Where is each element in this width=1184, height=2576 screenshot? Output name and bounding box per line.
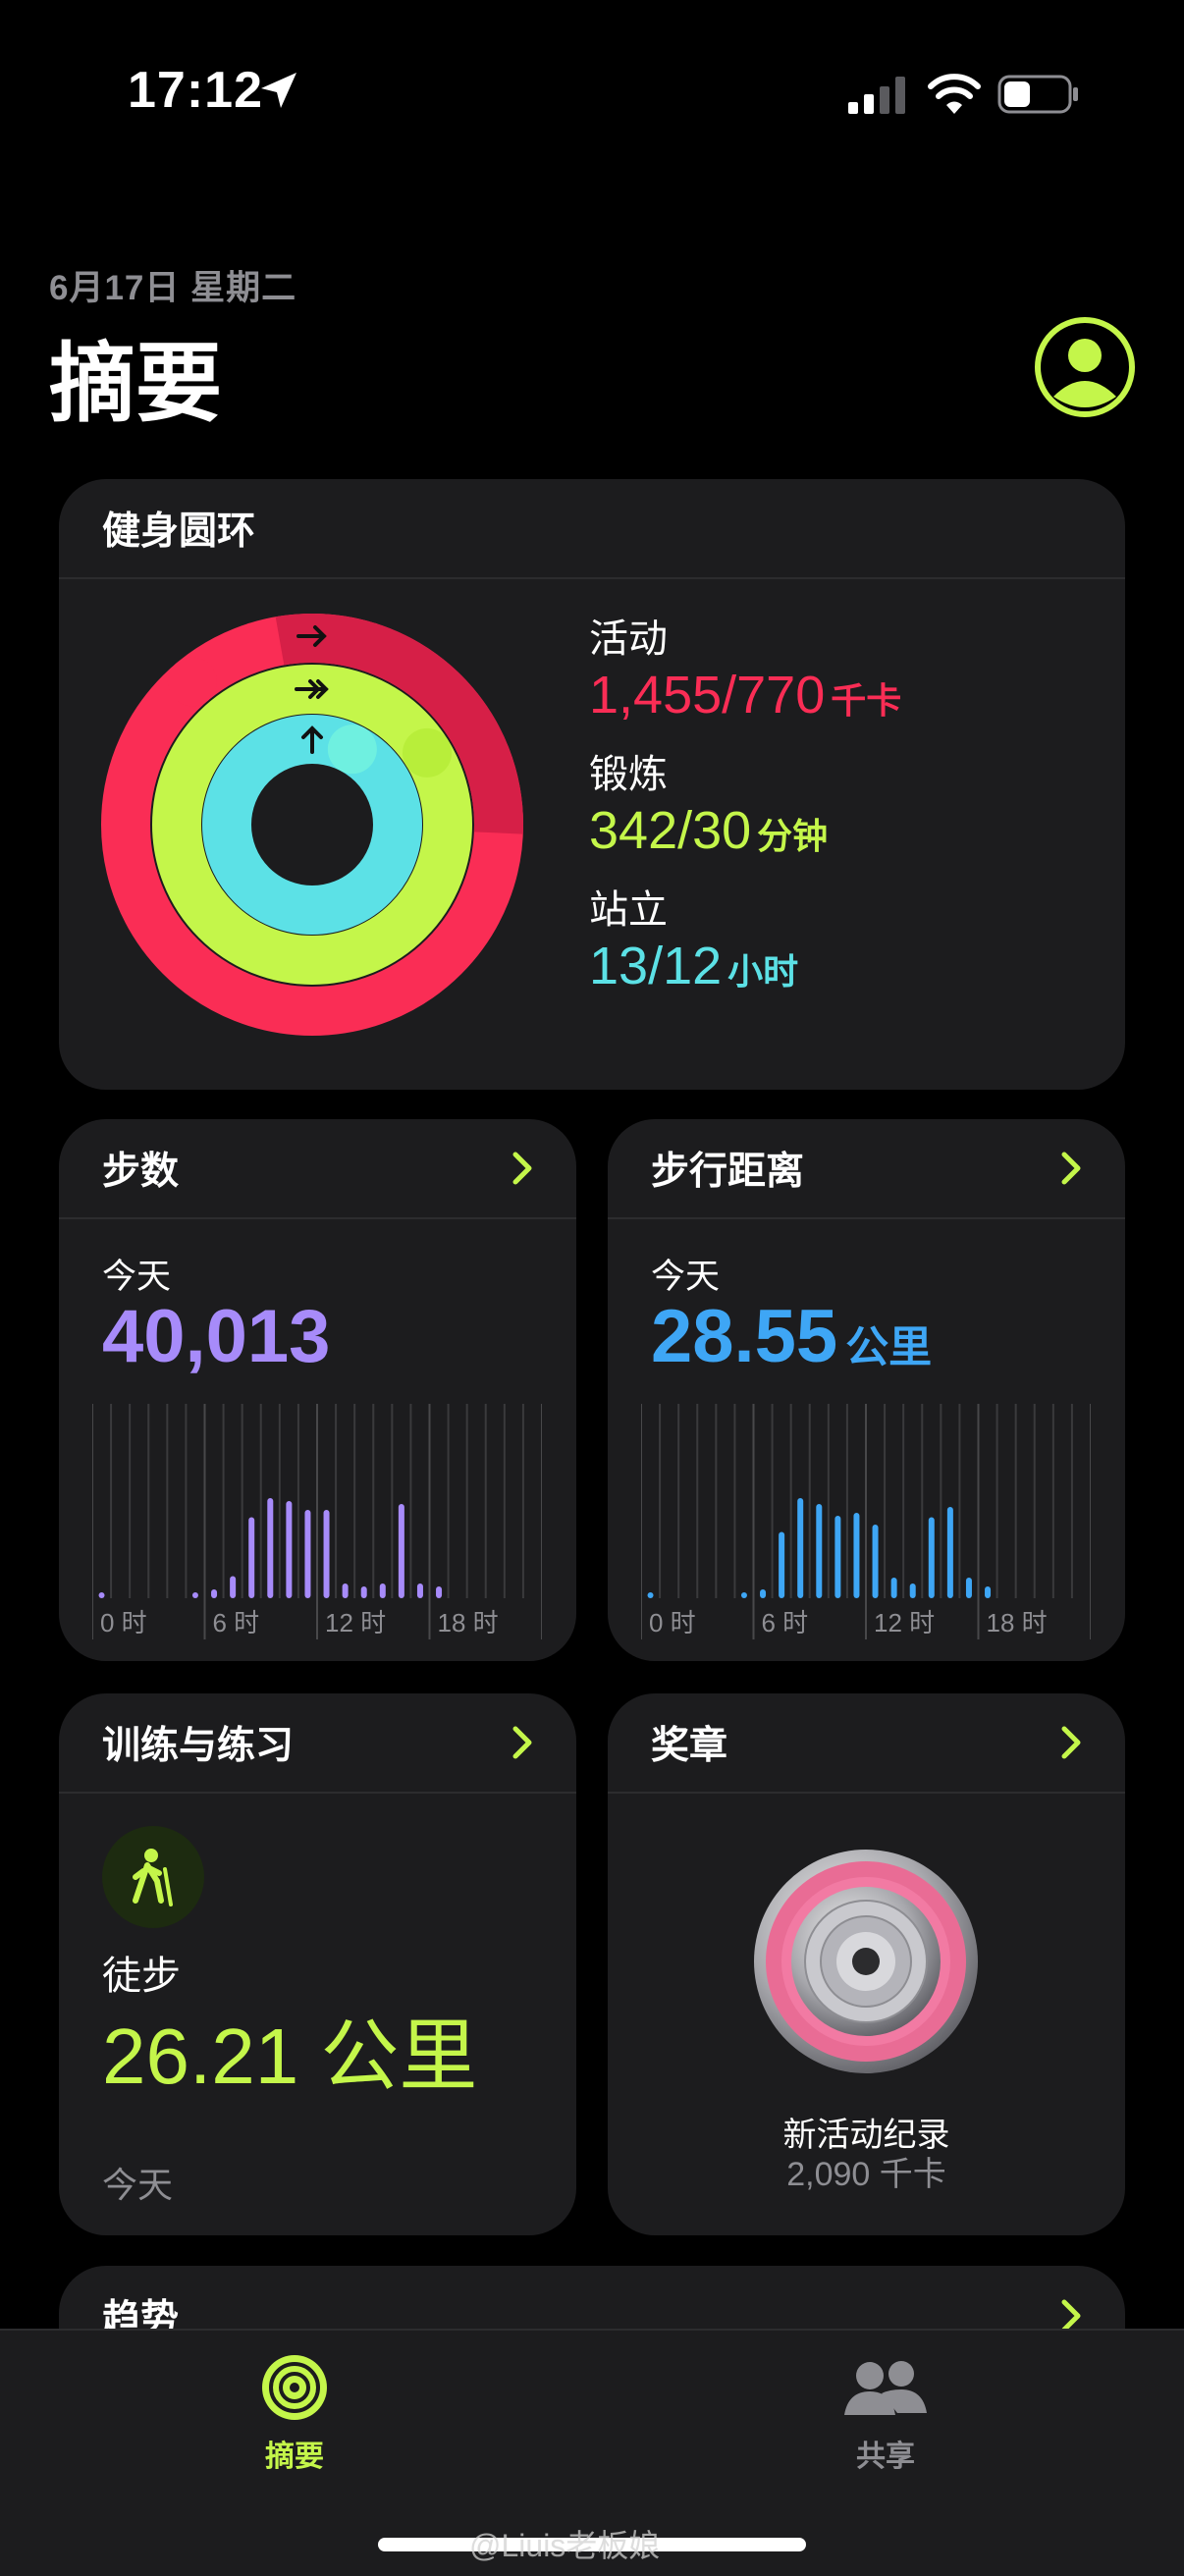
distance-bar-7 xyxy=(779,1531,785,1598)
distance-bar-15 xyxy=(928,1517,935,1598)
profile-avatar-icon[interactable] xyxy=(1034,316,1136,418)
activity-rings-card[interactable]: 健身圆环 活动 1,455/770 千卡 锻炼 342/30 分钟 站立 13/12… xyxy=(59,479,1125,1090)
steps-card-title: 步数 xyxy=(102,1151,180,1193)
distance-bar-0 xyxy=(647,1592,654,1598)
ring-stats: 活动 1,455/770 千卡 锻炼 342/30 分钟 站立 13/12 小时 xyxy=(589,615,901,1021)
hiking-icon xyxy=(133,1849,173,1906)
steps-tick-label: 18 时 xyxy=(438,1608,499,1637)
award-value: 2,090 千卡 xyxy=(786,2156,946,2193)
steps-bar-11 xyxy=(304,1510,311,1598)
steps-card[interactable]: 步数 今天 40,013 0 时 6 时 12 时 18 时 xyxy=(59,1119,576,1661)
rings-card-header: 健身圆环 xyxy=(59,479,1125,579)
move-label: 活动 xyxy=(589,617,668,661)
workout-date: 今天 xyxy=(102,2165,174,2205)
steps-bar-9 xyxy=(267,1498,274,1598)
steps-bar-6 xyxy=(211,1589,218,1598)
hiking-icon-badge xyxy=(102,1826,204,1928)
distance-bar-13 xyxy=(890,1578,897,1598)
distance-bar-5 xyxy=(740,1592,747,1598)
awards-card[interactable]: 奖章 新活动纪录 2,090 千卡 xyxy=(608,1693,1125,2235)
exercise-label: 锻炼 xyxy=(589,753,668,796)
distance-tick-label: 6 时 xyxy=(762,1608,809,1637)
distance-bar-11 xyxy=(853,1513,860,1598)
distance-bar-18 xyxy=(985,1586,992,1598)
steps-bar-5 xyxy=(191,1592,198,1598)
watermark-text: @Liuis老板娘 xyxy=(469,2528,661,2563)
steps-hourly-chart: 0 时 6 时 12 时 18 时 xyxy=(92,1404,542,1639)
steps-value: 40,013 xyxy=(102,1295,331,1378)
steps-bar-17 xyxy=(416,1583,423,1598)
distance-card-title: 步行距离 xyxy=(651,1151,805,1193)
activity-rings-chart xyxy=(101,614,523,1036)
steps-bar-13 xyxy=(342,1583,349,1598)
steps-bar-18 xyxy=(436,1586,443,1598)
steps-card-header: 步数 xyxy=(59,1119,576,1219)
stand-label: 站立 xyxy=(589,888,668,932)
steps-bar-0 xyxy=(98,1592,105,1598)
distance-hourly-chart: 0 时 6 时 12 时 18 时 xyxy=(641,1404,1091,1639)
distance-bar-16 xyxy=(946,1507,953,1598)
distance-tick-label: 0 时 xyxy=(649,1608,696,1637)
exercise-value: 342/30 分钟 xyxy=(589,801,829,860)
distance-bar-17 xyxy=(965,1578,972,1598)
tab-summary[interactable]: 摘要 xyxy=(147,2352,442,2475)
medal-icon xyxy=(754,1850,978,2073)
distance-bar-8 xyxy=(797,1498,804,1598)
tab-summary-label: 摘要 xyxy=(265,2441,324,2473)
distance-tick-label: 18 时 xyxy=(987,1608,1048,1637)
location-arrow-icon xyxy=(261,73,296,108)
distance-card[interactable]: 步行距离 今天 28.55 公里 0 时 6 时 12 时 18 时 xyxy=(608,1119,1125,1661)
distance-bar-14 xyxy=(909,1583,916,1598)
distance-tick-label: 12 时 xyxy=(874,1608,935,1637)
page-title: 摘要 xyxy=(49,335,223,432)
people-icon xyxy=(844,2361,927,2415)
wifi-icon xyxy=(928,74,981,114)
chevron-right-icon xyxy=(512,1152,532,1185)
distance-bar-10 xyxy=(834,1516,841,1598)
chevron-right-icon xyxy=(512,1726,532,1759)
steps-bar-15 xyxy=(379,1583,386,1598)
date-label: 6月17日 星期二 xyxy=(49,269,297,307)
cellular-signal-icon xyxy=(848,77,905,114)
workouts-card-header: 训练与练习 xyxy=(59,1693,576,1794)
tab-sharing[interactable]: 共享 xyxy=(738,2352,1033,2475)
rings-card-title: 健身圆环 xyxy=(102,510,256,553)
steps-bar-7 xyxy=(230,1576,237,1598)
move-value: 1,455/770 千卡 xyxy=(589,666,902,724)
distance-value: 28.55 公里 xyxy=(651,1295,933,1378)
steps-bar-10 xyxy=(286,1501,293,1598)
distance-bar-12 xyxy=(872,1525,879,1598)
steps-today-label: 今天 xyxy=(102,1258,172,1296)
steps-tick-label: 6 时 xyxy=(213,1608,260,1637)
workout-value: 26.21 公里 xyxy=(102,2012,478,2100)
status-time: 17:12 xyxy=(128,62,263,119)
chevron-right-icon xyxy=(1061,1726,1081,1759)
distance-bar-6 xyxy=(760,1589,767,1598)
steps-bar-14 xyxy=(360,1586,367,1598)
awards-card-title: 奖章 xyxy=(651,1725,728,1767)
distance-today-label: 今天 xyxy=(651,1258,721,1296)
steps-tick-label: 12 时 xyxy=(325,1608,386,1637)
workouts-card-title: 训练与练习 xyxy=(102,1725,295,1767)
workouts-card[interactable]: 训练与练习 徒步 26.21 公里 今天 xyxy=(59,1693,576,2235)
steps-bar-12 xyxy=(323,1510,330,1598)
chevron-right-icon xyxy=(1061,1152,1081,1185)
stand-value: 13/12 小时 xyxy=(589,937,799,995)
summary-rings-icon xyxy=(262,2355,327,2420)
distance-bar-9 xyxy=(816,1504,823,1598)
battery-icon xyxy=(997,75,1078,114)
awards-card-header: 奖章 xyxy=(608,1693,1125,1794)
steps-bar-16 xyxy=(398,1504,404,1598)
steps-bar-8 xyxy=(248,1517,255,1598)
steps-tick-label: 0 时 xyxy=(100,1608,147,1637)
tab-sharing-label: 共享 xyxy=(856,2441,915,2473)
distance-card-header: 步行距离 xyxy=(608,1119,1125,1219)
